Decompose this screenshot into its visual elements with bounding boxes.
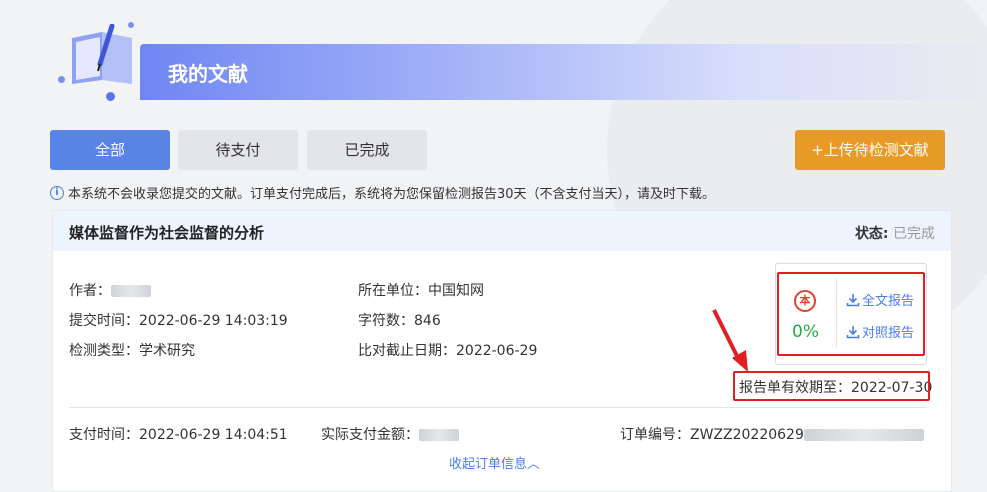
decor-dot <box>58 76 65 83</box>
tab-all[interactable]: 全部 <box>50 130 170 170</box>
amount-label: 实际支付金额： <box>321 427 419 443</box>
tab-pending-payment[interactable]: 待支付 <box>178 130 298 170</box>
submit-time-label: 提交时间： <box>69 313 139 329</box>
author-label: 作者： <box>69 283 111 299</box>
detect-type-field: 检测类型：学术研究 <box>69 340 195 360</box>
char-count-value: 846 <box>414 313 441 329</box>
collapse-label: 收起订单信息 <box>449 457 528 472</box>
author-field: 作者： <box>69 280 151 300</box>
amount-field: 实际支付金额： <box>321 424 459 444</box>
submit-time-field: 提交时间：2022-06-29 14:03:19 <box>69 310 288 330</box>
order-status: 状态: 已完成 <box>855 223 935 243</box>
author-redacted <box>111 285 151 297</box>
order-card-header: 媒体监督作为社会监督的分析 状态: 已完成 <box>53 211 951 251</box>
pay-time-label: 支付时间： <box>69 427 139 443</box>
status-value: 已完成 <box>893 226 935 242</box>
chevron-up-icon: ︿ <box>527 457 541 472</box>
upload-document-button[interactable]: +上传待检测文献 <box>795 130 945 170</box>
order-number-redacted <box>803 429 924 441</box>
collapse-order-info-link[interactable]: 收起订单信息︿ <box>449 453 540 472</box>
org-field: 所在单位：中国知网 <box>358 280 484 300</box>
notice-bar: i 本系统不会收录您提交的文献。订单支付完成后，系统将为您保留检测报告30天（不… <box>50 183 715 202</box>
document-title: 媒体监督作为社会监督的分析 <box>69 224 265 242</box>
org-label: 所在单位： <box>358 283 428 299</box>
tab-completed[interactable]: 已完成 <box>307 130 427 170</box>
section-divider <box>69 407 927 408</box>
book-pen-icon <box>72 24 132 84</box>
notice-text: 本系统不会收录您提交的文献。订单支付完成后，系统将为您保留检测报告30天（不含支… <box>68 187 716 202</box>
banner-band <box>140 44 987 100</box>
deadline-field: 比对截止日期：2022-06-29 <box>358 340 537 360</box>
deadline-label: 比对截止日期： <box>358 343 456 359</box>
highlight-box-validity <box>733 371 930 401</box>
deadline-value: 2022-06-29 <box>456 343 538 359</box>
pay-time-field: 支付时间：2022-06-29 14:04:51 <box>69 424 288 444</box>
detect-type-value: 学术研究 <box>139 343 195 359</box>
annotation-arrow-icon <box>712 309 748 372</box>
amount-redacted <box>419 429 459 441</box>
info-icon: i <box>50 185 64 200</box>
page-banner: 我的文献 <box>50 18 987 110</box>
decor-dot <box>106 92 115 101</box>
pay-time-value: 2022-06-29 14:04:51 <box>139 427 288 443</box>
char-count-label: 字符数： <box>358 313 414 329</box>
order-number-field: 订单编号：ZWZZ20220629 <box>620 424 924 444</box>
highlight-box-report <box>777 272 925 356</box>
status-label: 状态: <box>854 226 889 242</box>
page-title: 我的文献 <box>168 62 248 86</box>
org-value: 中国知网 <box>428 283 484 299</box>
submit-time-value: 2022-06-29 14:03:19 <box>139 313 288 329</box>
char-count-field: 字符数：846 <box>358 310 441 330</box>
detect-type-label: 检测类型： <box>69 343 139 359</box>
order-number-value: ZWZZ20220629 <box>690 427 804 443</box>
order-number-label: 订单编号： <box>620 427 690 443</box>
order-card: 媒体监督作为社会监督的分析 状态: 已完成 作者： 提交时间：2022-06-2… <box>52 210 952 492</box>
